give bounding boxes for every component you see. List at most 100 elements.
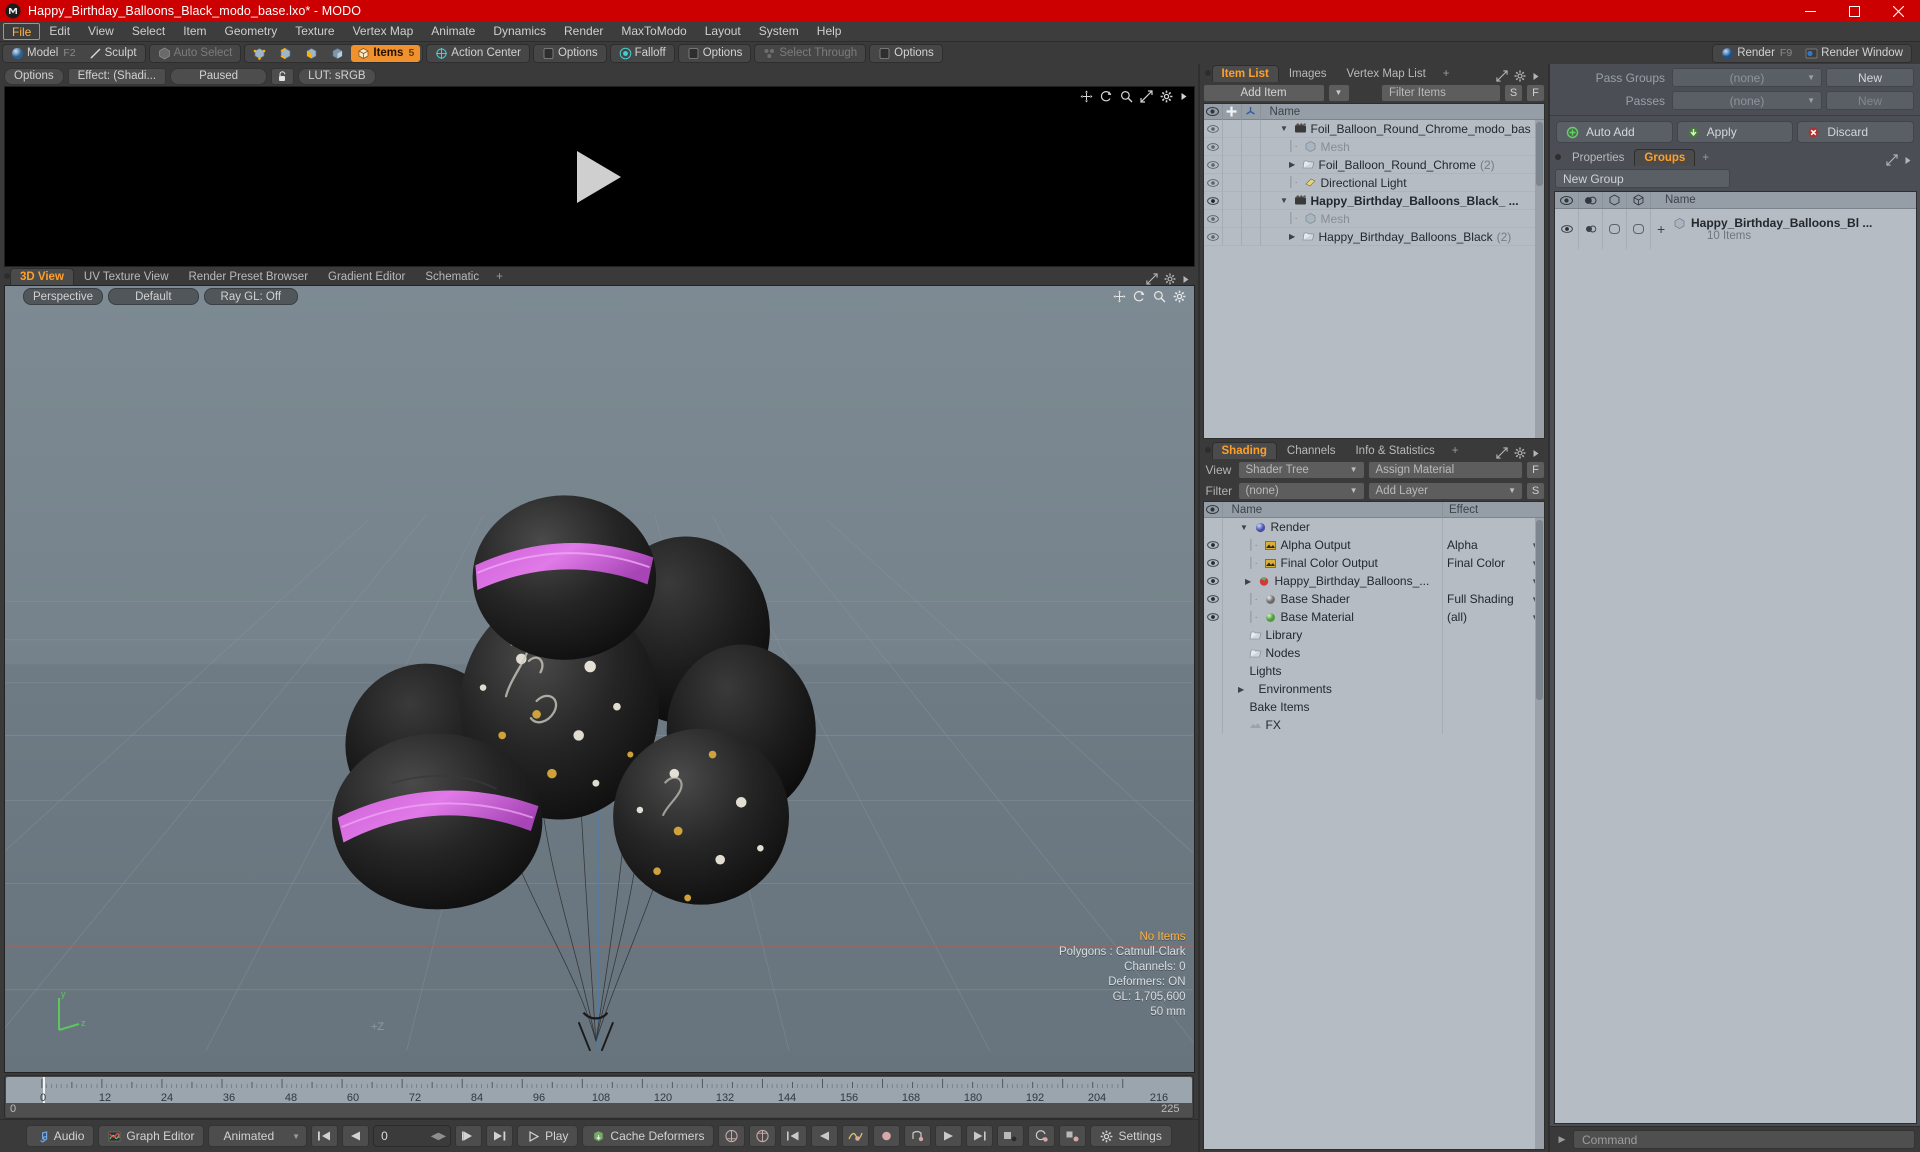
viewport-gear-icon[interactable] [1164, 273, 1176, 285]
shader-row[interactable]: ▶ Happy_Birthday_Balloons_... ▼ [1204, 572, 1544, 590]
menu-dynamics[interactable]: Dynamics [484, 23, 555, 40]
tab-render-preset-browser[interactable]: Render Preset Browser [179, 268, 319, 285]
menu-maxtomodo[interactable]: MaxToModo [612, 23, 695, 40]
shading-gear-icon[interactable] [1514, 447, 1526, 459]
tab-vertex-map-list[interactable]: Vertex Map List [1337, 65, 1436, 82]
previous-frame-button[interactable] [342, 1125, 370, 1147]
add-item-dropdown[interactable]: ▼ [1327, 83, 1350, 102]
viewport-3d[interactable]: Perspective Default Ray GL: Off +Z -X No… [4, 285, 1195, 1073]
shader-visibility-eye-icon[interactable] [1204, 608, 1223, 626]
vertices-mode-button[interactable] [247, 45, 272, 62]
twist-right-icon[interactable]: ▶ [1287, 232, 1298, 241]
shader-row-content[interactable]: Bake Items [1223, 698, 1443, 716]
pass-groups-new-button[interactable]: New [1826, 68, 1914, 87]
item-row-content[interactable]: ▶ Foil_Balloon_Round_Chrome (2) [1261, 158, 1495, 172]
current-frame-field[interactable]: 0 ◀▶ [373, 1125, 452, 1147]
action-center-button[interactable]: Action Center [429, 45, 527, 62]
shader-row[interactable]: │· Base Material (all)▼ [1204, 608, 1544, 626]
command-expand-icon[interactable]: ▶ [1555, 1131, 1569, 1149]
key-fill-button[interactable] [997, 1125, 1025, 1147]
select-through-button[interactable]: Select Through [757, 45, 863, 62]
viewport-zoom-icon[interactable] [1153, 290, 1166, 303]
item-list-tree[interactable]: Name ▼ Foil_Balloon_Round_Chrome_modo_ba… [1202, 103, 1545, 439]
expand-panel-icon[interactable] [1145, 273, 1158, 285]
shader-row-content[interactable]: Lights [1223, 662, 1443, 680]
group-row-content[interactable]: + Happy_Birthday_Balloons_Bl ... 10 Item… [1651, 209, 1916, 249]
shader-visibility-eye-icon[interactable] [1204, 536, 1223, 554]
shader-row-content[interactable]: Nodes [1223, 644, 1443, 662]
group-shade-toggle[interactable] [1579, 209, 1603, 249]
tab-add-groups-panel[interactable]: + [1695, 149, 1716, 166]
menu-item[interactable]: Item [174, 23, 215, 40]
select-through-options-button[interactable]: Options [872, 45, 940, 62]
timeline-ruler[interactable]: 0 12 24 36 48 60 72 84 96 108 120 132 14… [6, 1077, 1192, 1104]
viewport-menu-arrow-icon[interactable] [1182, 273, 1190, 285]
viewport-pan-icon[interactable] [1113, 290, 1126, 303]
key-region-button[interactable] [904, 1125, 932, 1147]
go-to-end-button[interactable] [486, 1125, 514, 1147]
shader-tree-scrollbar[interactable] [1535, 518, 1544, 1149]
shader-row-content[interactable]: │· Base Material [1223, 608, 1443, 626]
shader-view-select[interactable]: Shader Tree ▼ [1237, 460, 1365, 479]
menu-geometry[interactable]: Geometry [216, 23, 287, 40]
table-row[interactable]: ▶ Foil_Balloon_Round_Chrome (2) [1203, 155, 1544, 174]
curve-key-button[interactable] [842, 1125, 870, 1147]
model-mode-button[interactable]: Model F2 [5, 45, 82, 62]
tab-schematic[interactable]: Schematic [415, 268, 489, 285]
shader-row[interactable]: Bake Items [1204, 698, 1544, 716]
action-center-options-button[interactable]: Options [536, 45, 604, 62]
shader-row[interactable]: Nodes [1204, 644, 1544, 662]
twist-right-icon[interactable]: ▶ [1236, 685, 1247, 694]
auto-select-button[interactable]: Auto Select [152, 45, 239, 62]
item-row-content[interactable]: │· Mesh [1261, 212, 1350, 226]
scrollbar-thumb[interactable] [1536, 122, 1543, 186]
tab-images[interactable]: Images [1279, 65, 1337, 82]
passes-select[interactable]: (none) ▼ [1672, 91, 1822, 110]
shader-row[interactable]: ▶ Environments [1204, 680, 1544, 698]
preview-options-button[interactable]: Options [4, 67, 64, 85]
rotate-icon[interactable] [1100, 90, 1113, 103]
go-to-start-button[interactable] [311, 1125, 339, 1147]
tab-groups[interactable]: Groups [1634, 149, 1696, 166]
item-list-s-button[interactable]: S [1504, 83, 1523, 102]
add-item-button[interactable]: Add Item [1202, 83, 1325, 102]
menu-layout[interactable]: Layout [696, 23, 750, 40]
pan-icon[interactable] [1080, 90, 1093, 103]
key-circle-button[interactable] [873, 1125, 901, 1147]
shader-visibility-eye-icon[interactable] [1204, 590, 1223, 608]
tab-item-list[interactable]: Item List [1211, 65, 1279, 82]
frame-spinner-icon[interactable]: ◀▶ [431, 1131, 446, 1142]
audio-button[interactable]: Audio [25, 1125, 95, 1147]
item-row-content[interactable]: │· Directional Light [1261, 176, 1406, 190]
tab-add-item-panel[interactable]: + [1436, 65, 1457, 82]
falloff-button[interactable]: Falloff [613, 45, 672, 62]
groups-menu-arrow-icon[interactable] [1904, 154, 1912, 166]
item-list-f-button[interactable]: F [1526, 83, 1545, 102]
shader-row-content[interactable]: ▶ Happy_Birthday_Balloons_... [1223, 572, 1443, 590]
tab-properties[interactable]: Properties [1562, 149, 1634, 166]
shader-tree[interactable]: Name Effect ▼ Render │· Alpha Output Alp… [1202, 501, 1545, 1150]
shader-row[interactable]: │· Alpha Output Alpha▼ [1204, 536, 1544, 554]
discard-button[interactable]: Discard [1797, 121, 1915, 143]
shader-row[interactable]: FX [1204, 716, 1544, 734]
twist-down-icon[interactable]: ▼ [1279, 124, 1290, 133]
pass-groups-select[interactable]: (none) ▼ [1672, 68, 1822, 87]
visibility-eye-icon[interactable] [1204, 191, 1223, 210]
tab-gradient-editor[interactable]: Gradient Editor [318, 268, 415, 285]
tab-3d-view[interactable]: 3D View [10, 268, 74, 285]
filter-items-input[interactable]: Filter Items [1381, 83, 1501, 102]
item-row-content[interactable]: │· Mesh [1261, 140, 1350, 154]
shader-effect-cell[interactable]: Alpha▼ [1443, 536, 1544, 554]
auto-add-button[interactable]: Auto Add [1556, 121, 1673, 143]
preview-effect-button[interactable]: Effect: (Shadi... [67, 67, 167, 85]
new-group-input[interactable]: New Group [1555, 169, 1730, 188]
shader-row-content[interactable]: ▼ Render [1223, 518, 1443, 536]
shader-visibility-eye-icon[interactable] [1204, 554, 1223, 572]
graph-editor-button[interactable]: Graph Editor [98, 1125, 205, 1147]
ray-gl-button[interactable]: Ray GL: Off [203, 288, 299, 305]
visibility-eye-icon[interactable] [1204, 155, 1223, 174]
menu-animate[interactable]: Animate [422, 23, 484, 40]
key-link-button[interactable] [1059, 1125, 1087, 1147]
item-list-expand-icon[interactable] [1496, 70, 1508, 82]
play-overlay-icon[interactable] [577, 150, 622, 203]
